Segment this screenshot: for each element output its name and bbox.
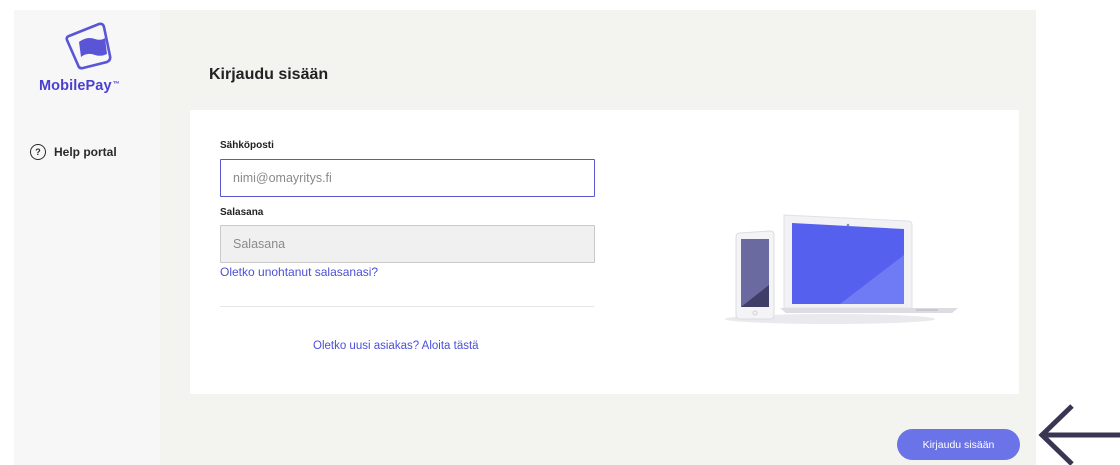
forgot-password-link[interactable]: Oletko unohtanut salasanasi? xyxy=(220,265,378,279)
app-window: MobilePay™ ? Help portal Kirjaudu sisään… xyxy=(14,10,1036,465)
new-customer-link[interactable]: Oletko uusi asiakas? Aloita tästä xyxy=(313,340,479,352)
divider xyxy=(220,306,594,307)
email-label: Sähköposti xyxy=(220,140,274,151)
sidebar: MobilePay™ ? Help portal xyxy=(14,10,160,465)
mobilepay-logo-icon xyxy=(65,22,112,70)
email-field[interactable] xyxy=(220,159,595,197)
login-card: Sähköposti Salasana Oletko unohtanut sal… xyxy=(190,110,1019,394)
login-button[interactable]: Kirjaudu sisään xyxy=(897,429,1020,460)
help-portal-link[interactable]: ? Help portal xyxy=(30,144,117,160)
brand-name: MobilePay™ xyxy=(39,78,120,94)
arrow-left-icon xyxy=(1038,404,1120,465)
password-field[interactable] xyxy=(220,225,595,263)
page-title: Kirjaudu sisään xyxy=(209,66,329,83)
devices-illustration xyxy=(725,214,958,324)
help-icon: ? xyxy=(30,144,46,160)
password-label: Salasana xyxy=(220,207,264,218)
help-portal-label: Help portal xyxy=(54,145,117,159)
